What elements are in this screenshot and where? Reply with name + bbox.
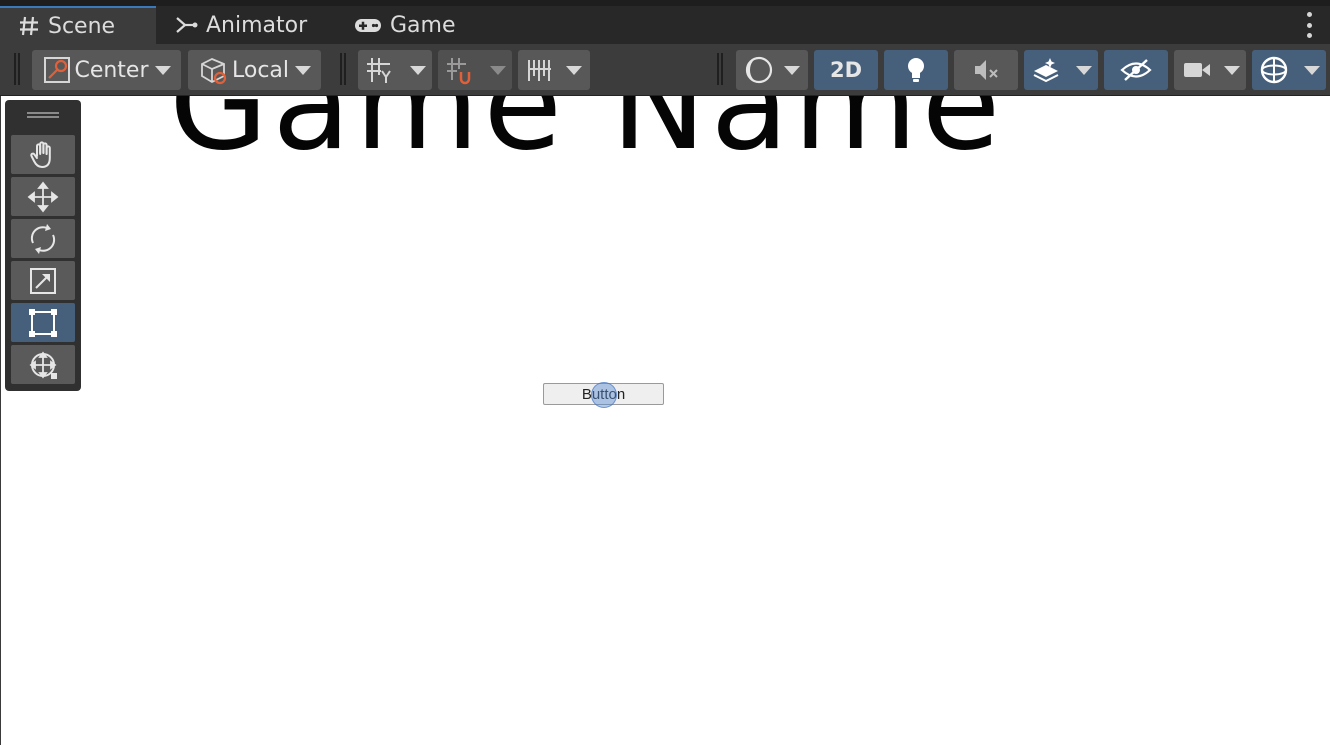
hand-icon bbox=[28, 140, 58, 170]
scene-viewport[interactable]: Game Name Button bbox=[0, 96, 1330, 745]
move-tool-button[interactable] bbox=[11, 177, 75, 216]
audio-toggle-button[interactable] bbox=[954, 50, 1018, 90]
lightbulb-icon bbox=[904, 55, 928, 85]
chevron-down-icon bbox=[566, 65, 582, 75]
toolbar-grip bbox=[717, 53, 723, 85]
scale-icon bbox=[28, 266, 58, 296]
transform-tool-button[interactable] bbox=[11, 345, 75, 384]
pivot-mode-label: Center bbox=[74, 57, 149, 83]
chevron-down-icon bbox=[295, 65, 312, 75]
move-arrows-icon bbox=[27, 181, 59, 213]
tab-animator-label: Animator bbox=[206, 12, 308, 38]
ruler-icon bbox=[526, 56, 554, 84]
local-space-icon bbox=[198, 55, 230, 85]
gizmo-sphere-icon bbox=[1258, 54, 1290, 86]
chevron-down-icon bbox=[154, 65, 171, 75]
tab-bar: Scene Animator Game bbox=[0, 0, 1330, 44]
tab-game[interactable]: Game bbox=[354, 6, 456, 44]
more-options-icon[interactable] bbox=[1306, 12, 1312, 38]
overlay-drag-handle[interactable] bbox=[27, 112, 59, 118]
draw-mode-dropdown[interactable] bbox=[736, 50, 808, 90]
space-mode-label: Local bbox=[231, 57, 290, 83]
chevron-down-icon bbox=[410, 65, 426, 75]
increment-snapping-dropdown[interactable] bbox=[518, 50, 590, 90]
tab-scene-label: Scene bbox=[48, 13, 116, 39]
hand-tool-button[interactable] bbox=[11, 135, 75, 174]
pointer-indicator bbox=[591, 382, 617, 408]
mode-2d-label: 2D bbox=[829, 58, 863, 82]
chevron-down-icon bbox=[784, 65, 800, 75]
grid-y-icon bbox=[364, 55, 394, 85]
snap-magnet-icon bbox=[444, 55, 474, 85]
effects-dropdown[interactable] bbox=[1024, 50, 1098, 90]
grid-snapping-dropdown[interactable] bbox=[438, 50, 512, 90]
tools-overlay bbox=[5, 100, 81, 391]
rect-tool-button[interactable] bbox=[11, 303, 75, 342]
animator-icon bbox=[174, 14, 198, 36]
game-title-text[interactable]: Game Name bbox=[169, 96, 1004, 169]
eye-hidden-icon bbox=[1120, 57, 1152, 83]
tab-animator[interactable]: Animator bbox=[174, 6, 307, 44]
toolbar-grip bbox=[14, 53, 20, 85]
toolbar-grip bbox=[340, 53, 346, 85]
hash-icon bbox=[18, 15, 40, 37]
toggle-2d-button[interactable]: 2D bbox=[814, 50, 878, 90]
gizmos-dropdown[interactable] bbox=[1252, 50, 1326, 90]
scene-toolbar: Center Local 2D bbox=[0, 44, 1330, 96]
rect-transform-icon bbox=[27, 307, 59, 339]
scene-visibility-button[interactable] bbox=[1104, 50, 1168, 90]
scale-tool-button[interactable] bbox=[11, 261, 75, 300]
tab-scene[interactable]: Scene bbox=[0, 6, 156, 44]
camera-settings-dropdown[interactable] bbox=[1174, 50, 1246, 90]
transform-icon bbox=[27, 349, 59, 381]
video-camera-icon bbox=[1182, 59, 1212, 81]
chevron-down-icon bbox=[490, 65, 506, 75]
chevron-down-icon bbox=[1304, 65, 1320, 75]
speaker-muted-icon bbox=[972, 57, 1000, 83]
rotate-tool-button[interactable] bbox=[11, 219, 75, 258]
lighting-toggle-button[interactable] bbox=[884, 50, 948, 90]
pivot-mode-dropdown[interactable]: Center bbox=[32, 50, 181, 90]
chevron-down-icon bbox=[1224, 65, 1240, 75]
shaded-sphere-icon bbox=[744, 55, 774, 85]
pivot-center-icon bbox=[42, 55, 72, 85]
grid-visibility-dropdown[interactable] bbox=[358, 50, 432, 90]
tab-game-label: Game bbox=[390, 12, 456, 38]
pivot-rotation-dropdown[interactable]: Local bbox=[188, 50, 321, 90]
effects-layers-icon bbox=[1032, 56, 1060, 84]
unity-editor-window: Scene Animator Game Center Local 2D Game… bbox=[0, 0, 1330, 745]
rotate-icon bbox=[27, 223, 59, 255]
chevron-down-icon bbox=[1076, 65, 1092, 75]
gamepad-icon bbox=[354, 15, 382, 35]
